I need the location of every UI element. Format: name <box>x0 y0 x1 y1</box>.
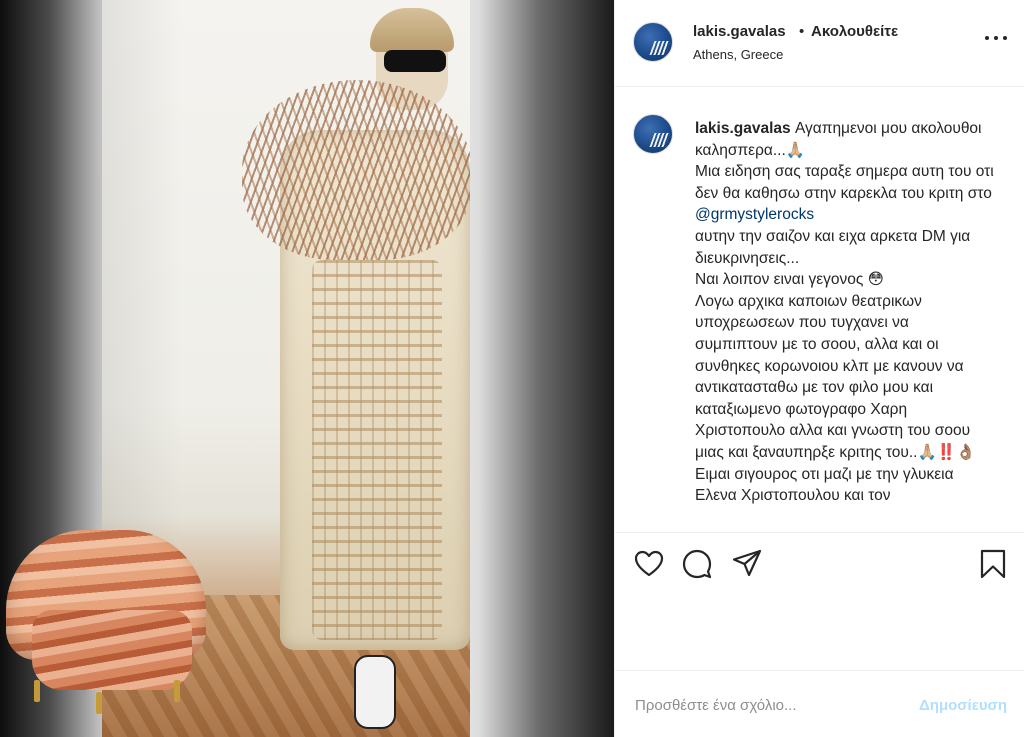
armchair-leg <box>174 680 180 702</box>
robe-embroidery <box>312 260 442 640</box>
more-options-icon[interactable] <box>985 34 1007 42</box>
header-separator-dot: • <box>799 23 805 40</box>
armchair-leg <box>96 692 102 714</box>
post-side-panel: lakis.gavalas • Ακολουθείτε Athens, Gree… <box>614 0 1024 737</box>
more-dot <box>1003 36 1007 40</box>
caption-text: lakis.gavalas Αγαπημενοι μου ακολουθοι κ… <box>695 118 995 507</box>
comment-icon[interactable] <box>681 548 713 580</box>
caption-avatar[interactable] <box>633 114 673 154</box>
armchair-cutout <box>6 530 206 714</box>
comment-input[interactable] <box>633 689 907 721</box>
comment-bar: Δημοσίευση <box>615 670 1024 737</box>
more-dot <box>985 36 989 40</box>
embellished-cap <box>370 8 454 52</box>
sunglasses <box>384 50 446 72</box>
post-header: lakis.gavalas • Ακολουθείτε Athens, Gree… <box>615 0 1024 87</box>
more-dot <box>994 36 998 40</box>
follow-status-button[interactable]: Ακολουθείτε <box>811 23 898 40</box>
caption-body-end: αυτην την σαιζον και ειχα αρκετα DM για … <box>695 227 976 505</box>
caption-area[interactable]: lakis.gavalas Αγαπημενοι μου ακολουθοι κ… <box>615 86 1024 533</box>
heart-icon[interactable] <box>633 548 665 580</box>
caption-username[interactable]: lakis.gavalas <box>695 120 791 137</box>
caption-mention-link[interactable]: @grmystylerocks <box>695 206 814 223</box>
armchair-seat <box>32 610 192 690</box>
post-media[interactable] <box>0 0 614 737</box>
armchair-leg <box>34 680 40 702</box>
paper-plane-icon[interactable] <box>731 548 763 580</box>
white-shoe <box>354 655 396 729</box>
bookmark-icon[interactable] <box>977 548 1009 580</box>
publish-button[interactable]: Δημοσίευση <box>919 697 1007 714</box>
wall-shadow <box>102 0 182 560</box>
action-bar <box>615 532 1024 592</box>
header-username[interactable]: lakis.gavalas <box>693 23 786 40</box>
post-location[interactable]: Athens, Greece <box>693 47 783 62</box>
avatar[interactable] <box>633 22 673 62</box>
raffia-fan <box>242 80 470 260</box>
